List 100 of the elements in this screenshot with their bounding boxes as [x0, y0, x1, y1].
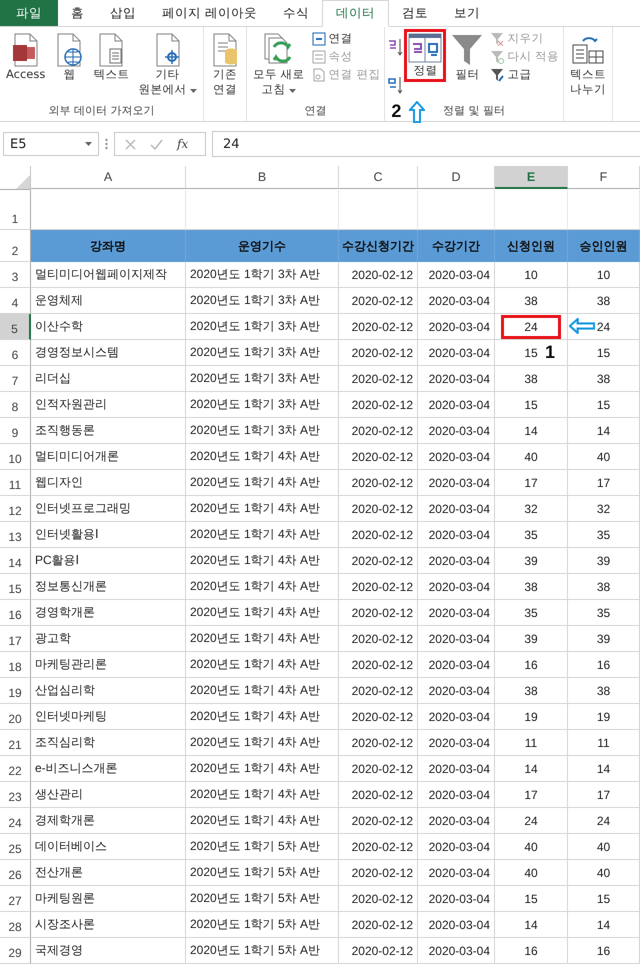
row-number[interactable]: 3	[0, 262, 31, 288]
table-cell: 2020-02-12	[352, 892, 413, 906]
table-cell: 2020-03-04	[428, 606, 490, 620]
ribbon-button[interactable]: 정렬	[404, 29, 446, 82]
row-number[interactable]: 11	[0, 470, 31, 496]
ribbon-tab[interactable]: 수식	[270, 0, 322, 26]
row-number[interactable]: 1	[0, 190, 31, 230]
table-cell: 생산관리	[35, 786, 83, 803]
row-number[interactable]: 28	[0, 912, 31, 938]
table-cell: 2020년도 1학기 5차 A반	[190, 838, 320, 855]
row-number[interactable]: 9	[0, 418, 31, 444]
table-cell: 2020년도 1학기 3차 A반	[190, 422, 320, 439]
group-label: 외부 데이터 가져오기	[48, 103, 155, 119]
table-cell: 2020-02-12	[352, 528, 413, 542]
table-cell: 10	[524, 268, 538, 282]
ribbon-tab[interactable]: 데이터	[322, 0, 389, 27]
row-number[interactable]: 6	[0, 340, 31, 366]
table-cell: 15	[524, 892, 538, 906]
table-cell: 14	[596, 762, 610, 776]
document-link-icon	[312, 68, 326, 82]
table-cell: 39	[596, 554, 610, 568]
table-cell: 2020년도 1학기 4차 A반	[190, 552, 320, 569]
row-number[interactable]: 18	[0, 652, 31, 678]
row-number[interactable]: 27	[0, 886, 31, 912]
ribbon-tab[interactable]: 홈	[58, 0, 97, 26]
table-cell: 38	[524, 580, 538, 594]
table-cell: 24	[524, 814, 538, 828]
column-header[interactable]: A	[31, 166, 186, 189]
table-cell: 2020년도 1학기 4차 A반	[190, 656, 320, 673]
row-number[interactable]: 19	[0, 678, 31, 704]
row-number[interactable]: 20	[0, 704, 31, 730]
table-cell: 인터넷마케팅	[35, 708, 107, 725]
row-number[interactable]: 24	[0, 808, 31, 834]
table-cell: 인터넷프로그래밍	[35, 500, 131, 517]
table-cell: 40	[596, 450, 610, 464]
row-number[interactable]: 21	[0, 730, 31, 756]
table-cell: 17	[596, 788, 610, 802]
insert-function-button[interactable]: fx	[177, 137, 188, 151]
ribbon-small-button[interactable]: 고급	[488, 67, 561, 82]
row-number[interactable]: 29	[0, 938, 31, 964]
row-number[interactable]: 12	[0, 496, 31, 522]
sort-grid-icon	[408, 33, 442, 63]
table-cell: 17	[524, 788, 538, 802]
ribbon-tab[interactable]: 페이지 레이아웃	[149, 0, 270, 26]
row-number[interactable]: 4	[0, 288, 31, 314]
table-cell: 2020년도 1학기 5차 A반	[190, 864, 320, 881]
table-cell: 40	[524, 866, 538, 880]
checkmark-icon[interactable]	[150, 138, 163, 150]
row-number[interactable]: 10	[0, 444, 31, 470]
header-cell: 수강기간	[418, 230, 495, 262]
ribbon-tab[interactable]: 보기	[440, 0, 493, 26]
table-cell: 산업심리학	[35, 682, 95, 699]
row-number[interactable]: 8	[0, 392, 31, 418]
name-box[interactable]: E5	[3, 132, 99, 156]
properties-icon	[312, 50, 326, 64]
sort-descending-button[interactable]	[387, 75, 404, 95]
row-number[interactable]: 23	[0, 782, 31, 808]
table-cell: 38	[596, 372, 610, 386]
table-cell: 2020년도 1학기 5차 A반	[190, 916, 320, 933]
table-cell: 16	[596, 944, 610, 958]
ribbon-small-button[interactable]: 연결	[310, 31, 382, 46]
row-number[interactable]: 13	[0, 522, 31, 548]
row-number[interactable]: 15	[0, 574, 31, 600]
grip-icon	[105, 138, 108, 150]
row-number[interactable]: 14	[0, 548, 31, 574]
table-cell: 40	[596, 866, 610, 880]
row-number[interactable]: 5	[0, 314, 31, 340]
table-cell: 2020-03-04	[428, 840, 490, 854]
table-cell: 2020-02-12	[352, 554, 413, 568]
row-number[interactable]: 22	[0, 756, 31, 782]
cancel-icon[interactable]	[125, 138, 136, 150]
table-cell: 2020-03-04	[428, 944, 490, 958]
row-number[interactable]: 16	[0, 600, 31, 626]
formula-input[interactable]: 24	[212, 131, 640, 157]
row-number[interactable]: 26	[0, 860, 31, 886]
table-cell: 15	[524, 346, 538, 360]
table-cell: 2020년도 1학기 4차 A반	[190, 760, 320, 777]
ribbon-tab[interactable]: 삽입	[97, 0, 149, 26]
sort-ascending-button[interactable]	[387, 37, 404, 57]
column-header[interactable]: B	[186, 166, 339, 189]
table-cell: 2020-02-12	[352, 710, 413, 724]
table-cell: 2020-02-12	[352, 606, 413, 620]
table-cell: 2020-03-04	[428, 684, 490, 698]
row-number[interactable]: 2	[0, 230, 31, 262]
table-cell: 2020-03-04	[428, 710, 490, 724]
row-number[interactable]: 7	[0, 366, 31, 392]
table-cell: 2020년도 1학기 3차 A반	[190, 344, 320, 361]
table-cell: 경제학개론	[35, 812, 95, 829]
row-number[interactable]: 17	[0, 626, 31, 652]
ribbon-tab[interactable]: 검토	[388, 0, 441, 26]
header-cell: 수강신청기간	[339, 230, 418, 262]
table-cell: 16	[596, 658, 610, 672]
ribbon-tab[interactable]: 파일	[0, 0, 58, 26]
table-cell: 2020-03-04	[428, 372, 490, 386]
column-header[interactable]: D	[418, 166, 495, 189]
table-cell: 2020-02-12	[352, 788, 413, 802]
column-header[interactable]: F	[568, 166, 640, 189]
column-header[interactable]: C	[339, 166, 418, 189]
column-header[interactable]: E	[495, 166, 568, 189]
row-number[interactable]: 25	[0, 834, 31, 860]
